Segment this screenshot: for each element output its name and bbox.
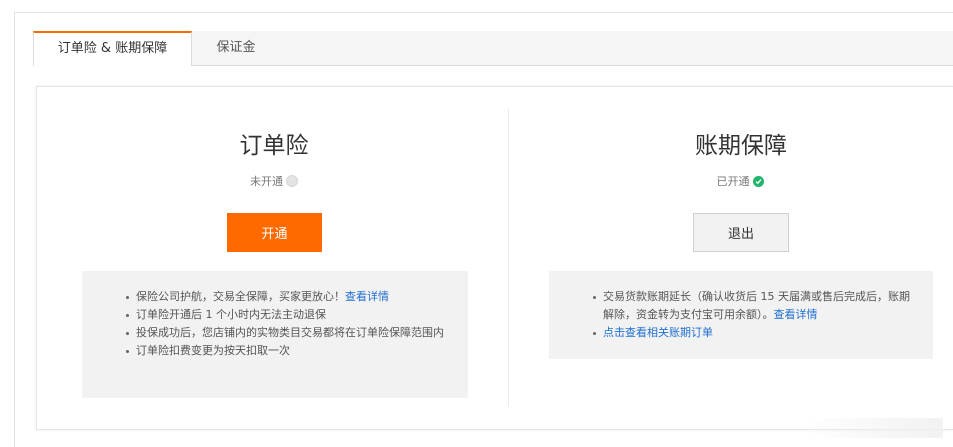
view-credit-orders-link[interactable]: 点击查看相关账期订单 [603, 326, 713, 339]
insurance-title: 订单险 [239, 133, 309, 159]
tab-order-insurance[interactable]: 订单险 & 账期保障 [33, 31, 192, 66]
credit-info-box: 交易货款账期延长（确认收货后 15 天届满或售后完成后，账期解除，资金转为支付宝… [549, 271, 933, 359]
list-item: 订单险开通后 1 个小时内无法主动退保 [126, 306, 450, 324]
insurance-status: 未开通 [224, 173, 324, 189]
tab-bar: 订单险 & 账期保障 保证金 [33, 31, 953, 66]
credit-status: 已开通 [690, 173, 790, 189]
card-divider [508, 108, 509, 406]
credit-status-text: 已开通 [716, 175, 750, 188]
tab-deposit[interactable]: 保证金 [201, 31, 271, 65]
insurance-info-box: 保险公司护航，交易全保障，买家更放心！查看详情 订单险开通后 1 个小时内无法主… [82, 271, 468, 398]
list-item: 保险公司护航，交易全保障，买家更放心！查看详情 [126, 288, 450, 306]
list-item: 订单险扣费变更为按天扣取一次 [126, 342, 450, 360]
insurance-bullet-list: 保险公司护航，交易全保障，买家更放心！查看详情 订单险开通后 1 个小时内无法主… [120, 288, 450, 360]
check-circle-icon [752, 176, 764, 187]
view-details-link[interactable]: 查看详情 [345, 290, 389, 303]
list-item: 投保成功后，您店铺内的实物类目交易都将在订单险保障范围内 [126, 324, 450, 342]
credit-title: 账期保障 [695, 133, 787, 159]
exit-button[interactable]: 退出 [693, 213, 789, 252]
activate-button[interactable]: 开通 [227, 213, 322, 252]
list-item: 交易货款账期延长（确认收货后 15 天届满或售后完成后，账期解除，资金转为支付宝… [593, 288, 915, 324]
view-details-link[interactable]: 查看详情 [774, 308, 818, 321]
list-item: 点击查看相关账期订单 [593, 324, 915, 342]
bottom-fade-decoration [803, 418, 943, 438]
insurance-status-text: 未开通 [250, 175, 283, 188]
credit-bullet-list: 交易货款账期延长（确认收货后 15 天届满或售后完成后，账期解除，资金转为支付宝… [587, 288, 915, 342]
inactive-dot-icon [286, 175, 298, 187]
